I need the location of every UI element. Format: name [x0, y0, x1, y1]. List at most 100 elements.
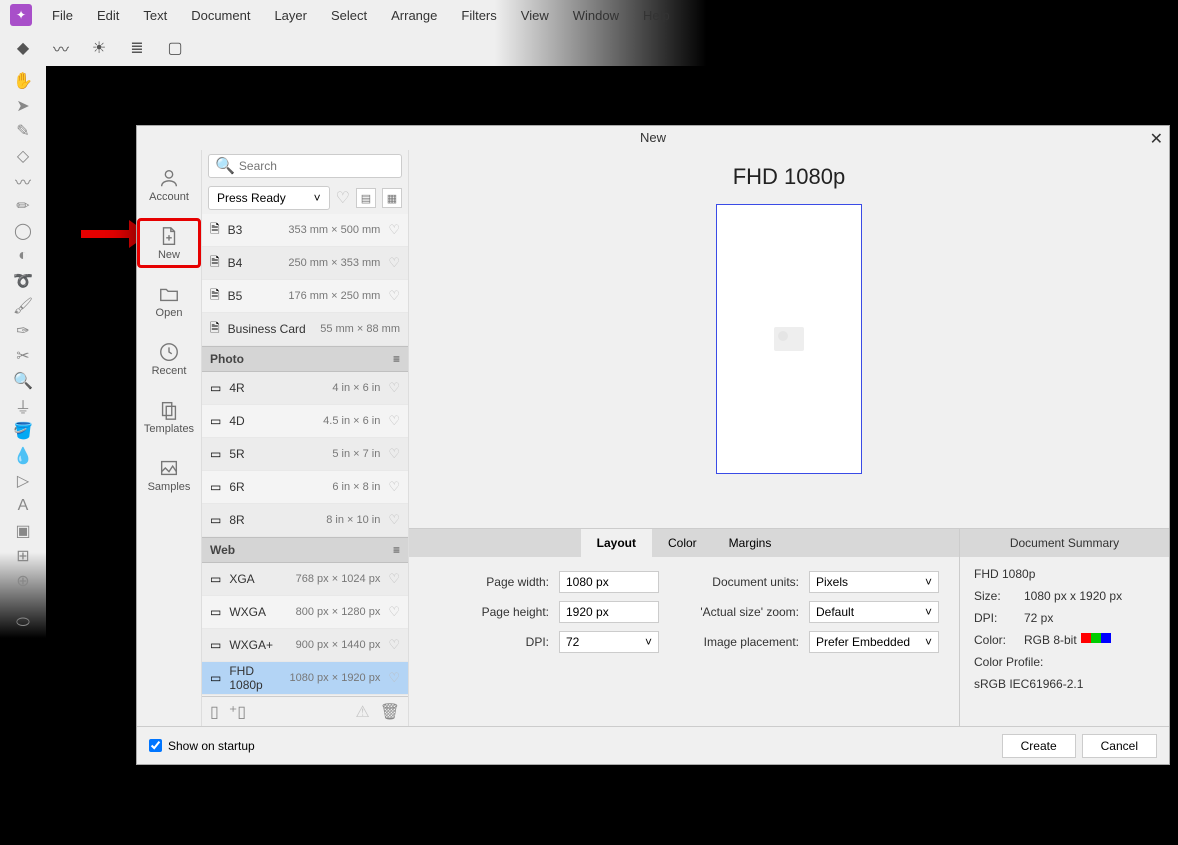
menu-window[interactable]: Window [563, 8, 629, 23]
nav-open[interactable]: Open [137, 276, 201, 326]
toolbar-box-icon[interactable]: ▢ [164, 37, 186, 59]
menu-icon[interactable]: ≡ [393, 543, 400, 557]
preset-row[interactable]: ▭WXGA+900 px × 1440 px♡ [202, 629, 408, 662]
heart-icon[interactable]: ♡ [388, 222, 400, 238]
preset-row-selected[interactable]: ▭FHD 1080p1080 px × 1920 px♡ [202, 662, 408, 695]
bucket-tool-icon[interactable]: 🪣 [14, 422, 32, 440]
preset-row[interactable]: 🗎B4250 mm × 353 mm♡ [202, 247, 408, 280]
units-select[interactable]: Pixels˅ [809, 571, 939, 593]
preset-row[interactable]: 🗎B3353 mm × 500 mm♡ [202, 214, 408, 247]
heart-icon[interactable]: ♡ [388, 288, 400, 304]
close-icon[interactable]: ✕ [1150, 128, 1163, 152]
brush-tool-icon[interactable]: 〰 [14, 172, 32, 190]
view-grid-icon[interactable]: ▦ [382, 188, 402, 208]
placement-select[interactable]: Prefer Embedded˅ [809, 631, 939, 653]
nav-new[interactable]: New [137, 218, 201, 268]
tab-margins[interactable]: Margins [713, 529, 788, 557]
preset-row[interactable]: ▭5R5 in × 7 in♡ [202, 438, 408, 471]
grid-tool-icon[interactable]: ⊞ [14, 547, 32, 565]
heart-icon[interactable]: ♡ [388, 670, 400, 686]
menu-filters[interactable]: Filters [451, 8, 506, 23]
paint-tool-icon[interactable]: 🖌 [14, 297, 32, 315]
category-select[interactable]: Press Ready ˅ [208, 186, 330, 210]
heart-icon[interactable]: ♡ [388, 479, 400, 495]
heart-icon[interactable]: ♡ [388, 604, 400, 620]
heart-icon[interactable]: ♡ [388, 380, 400, 396]
preset-row[interactable]: ▭WXGA800 px × 1280 px♡ [202, 596, 408, 629]
text-tool-icon[interactable]: A [14, 497, 32, 515]
tab-color[interactable]: Color [652, 529, 713, 557]
preset-row[interactable]: ▭XGA768 px × 1024 px♡ [202, 563, 408, 596]
preset-row[interactable]: ▭6R6 in × 8 in♡ [202, 471, 408, 504]
spiral-tool-icon[interactable]: ➰ [14, 272, 32, 290]
preset-row[interactable]: 🗎Business Card55 mm × 88 mm [202, 313, 408, 346]
warning-icon[interactable]: ⚠ [355, 702, 369, 722]
color-swap-icon[interactable]: ⬭ [14, 614, 32, 632]
toolbar-stack-icon[interactable]: ≣ [126, 37, 148, 59]
preset-row[interactable]: ▭8R8 in × 10 in♡ [202, 504, 408, 537]
toolbar-wave-icon[interactable]: 〰 [50, 37, 72, 59]
show-on-startup-checkbox[interactable]: Show on startup [149, 739, 255, 753]
move-tool-icon[interactable]: ➤ [14, 97, 32, 115]
tab-layout[interactable]: Layout [581, 529, 652, 557]
checkbox-input[interactable] [149, 739, 162, 752]
triangle-tool-icon[interactable]: ▷ [14, 472, 32, 490]
preset-add-icon[interactable]: ⁺▯ [229, 702, 246, 722]
hand-tool-icon[interactable]: ✋ [14, 72, 32, 90]
pencil-tool-icon[interactable]: ✏ [14, 197, 32, 215]
preset-list[interactable]: 🗎B3353 mm × 500 mm♡ 🗎B4250 mm × 353 mm♡ … [202, 214, 408, 696]
heart-icon[interactable]: ♡ [388, 413, 400, 429]
menu-arrange[interactable]: Arrange [381, 8, 447, 23]
heart-icon[interactable]: ♡ [388, 446, 400, 462]
menu-help[interactable]: Help [633, 8, 680, 23]
view-list-icon[interactable]: ▤ [356, 188, 376, 208]
ellipse-tool-icon[interactable]: ◯ [14, 222, 32, 240]
trash-icon[interactable]: 🗑 [380, 702, 400, 722]
menu-text[interactable]: Text [133, 8, 177, 23]
preset-row[interactable]: 🗎B5176 mm × 250 mm♡ [202, 280, 408, 313]
fill-tool-icon[interactable]: ◐ [14, 247, 32, 265]
menu-layer[interactable]: Layer [264, 8, 317, 23]
search-field[interactable] [239, 159, 395, 173]
heart-icon[interactable]: ♡ [388, 571, 400, 587]
menu-icon[interactable]: ≡ [393, 352, 400, 366]
zoom-tool-icon[interactable]: 🔍 [14, 372, 32, 390]
menu-view[interactable]: View [511, 8, 559, 23]
node-tool-icon[interactable]: ◇ [14, 147, 32, 165]
page-add-icon[interactable]: ▯ [210, 702, 219, 722]
cancel-button[interactable]: Cancel [1082, 734, 1157, 758]
heart-icon[interactable]: ♡ [388, 512, 400, 528]
preset-row[interactable]: ▭4D4.5 in × 6 in♡ [202, 405, 408, 438]
nav-samples[interactable]: Samples [137, 450, 201, 500]
placeholder-icon [774, 327, 804, 351]
nav-templates[interactable]: Templates [137, 392, 201, 442]
zoom-select[interactable]: Default˅ [809, 601, 939, 623]
page-width-input[interactable]: 1080 px [559, 571, 659, 593]
eyedrop-tool-icon[interactable]: 💧 [14, 447, 32, 465]
heart-icon[interactable]: ♡ [336, 188, 350, 208]
heart-icon[interactable]: ♡ [388, 255, 400, 271]
page-height-input[interactable]: 1920 px [559, 601, 659, 623]
callout-arrow [81, 230, 131, 238]
pen-tool-icon[interactable]: ✎ [14, 122, 32, 140]
knife-tool-icon[interactable]: ✂ [14, 347, 32, 365]
stamp-tool-icon[interactable]: ⏚ [14, 397, 32, 415]
toolbar-logo-icon[interactable]: ◆ [12, 37, 34, 59]
menu-file[interactable]: File [42, 8, 83, 23]
nav-recent[interactable]: Recent [137, 334, 201, 384]
nav-account[interactable]: Account [137, 160, 201, 210]
menu-select[interactable]: Select [321, 8, 377, 23]
menu-document[interactable]: Document [181, 8, 260, 23]
search-input[interactable]: 🔍 [208, 154, 402, 178]
pen2-tool-icon[interactable]: ✑ [14, 322, 32, 340]
toolbar-sun-icon[interactable]: ☀ [88, 37, 110, 59]
menu-edit[interactable]: Edit [87, 8, 129, 23]
page-height-label: Page height: [429, 605, 549, 619]
context-toolbar: ◆ 〰 ☀ ≣ ▢ [0, 30, 1178, 66]
frame-tool-icon[interactable]: ▣ [14, 522, 32, 540]
dpi-select[interactable]: 72˅ [559, 631, 659, 653]
preset-row[interactable]: ▭4R4 in × 6 in♡ [202, 372, 408, 405]
magnify-tool-icon[interactable]: ⊕ [14, 572, 32, 590]
create-button[interactable]: Create [1002, 734, 1076, 758]
heart-icon[interactable]: ♡ [388, 637, 400, 653]
